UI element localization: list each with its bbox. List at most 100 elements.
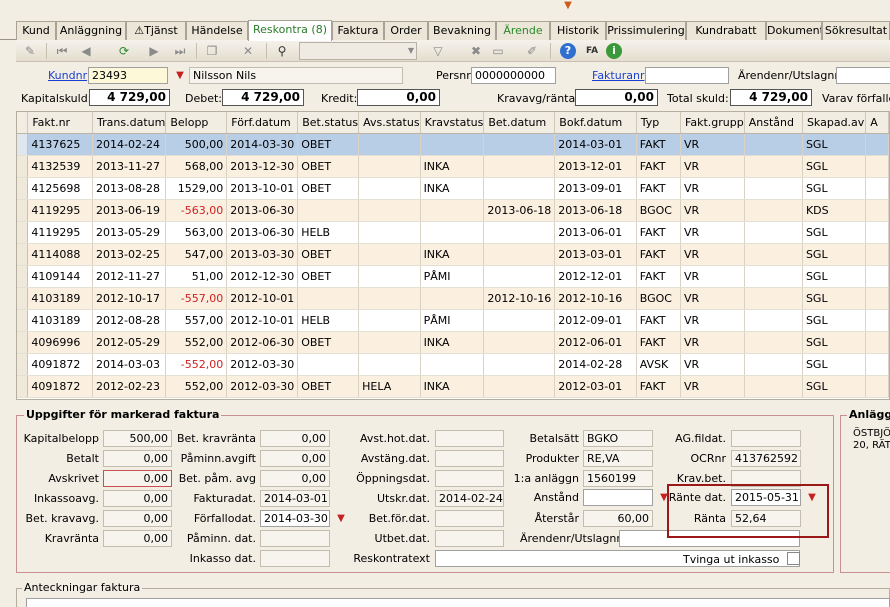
collapse-chevron-icon[interactable]: ▼ [560,0,576,14]
previous-record-icon[interactable]: ◀ [78,43,94,59]
kundnr-input[interactable]: 23493 [88,67,168,84]
forfallodat-input[interactable]: 2014-03-30 [260,510,330,527]
table-row[interactable]: 4091872 2012-02-23 552,00 2012-03-30 OBET HEL… [17,375,889,398]
column-header[interactable]: Förf.datum [226,112,299,134]
fakturanr-input[interactable] [645,67,729,84]
last-record-icon[interactable]: ⏭ [172,43,188,59]
column-header[interactable]: Skapad.av [802,112,867,134]
notes-input[interactable] [26,598,890,607]
filter-icon[interactable]: ▽ [430,43,446,59]
table-row[interactable]: 4114088 2013-02-25 547,00 2013-03-30 OBET INK… [17,243,889,266]
table-row[interactable]: 4119295 2013-06-19 -563,00 2013-06-30 2013-0… [17,199,889,222]
invoice-grid[interactable]: Fakt.nr Trans.datum Belopp Förf.datum Be… [16,111,890,400]
first-record-icon[interactable]: ⏮ [54,43,70,59]
column-header[interactable]: Bet.status [297,112,360,134]
help-icon[interactable]: ? [560,43,576,59]
binoculars-icon[interactable]: ⚲ [274,43,290,59]
info-icon[interactable]: i [606,43,622,59]
persnr-input[interactable]: 0000000000 [471,67,556,84]
row-indicator[interactable] [17,133,29,156]
row-indicator[interactable] [17,177,29,200]
tab-arende[interactable]: Ärende [496,21,550,40]
table-cell [358,155,421,178]
table-row[interactable]: 4137625 2014-02-24 500,00 2014-03-30 OBET 201… [17,133,889,156]
table-cell [420,287,485,310]
delete-icon[interactable]: ✕ [240,43,256,59]
table-cell: FAKT [636,155,682,178]
column-header[interactable]: Avs.status [358,112,421,134]
tab-order[interactable]: Order [384,21,428,40]
tab-kundrabatt[interactable]: Kundrabatt [686,21,766,40]
row-indicator[interactable] [17,353,29,376]
table-cell: 2012-10-01 [226,309,299,332]
row-indicator[interactable] [17,199,29,222]
fa-icon[interactable]: FA [584,43,600,59]
row-indicator[interactable] [17,221,29,244]
refresh-icon[interactable]: ⟳ [116,43,132,59]
tab-bevakning[interactable]: Bevakning [428,21,496,40]
table-cell: 2013-12-30 [226,155,299,178]
paminnavgift-label: Påminn.avgift [180,452,256,465]
table-row[interactable]: 4091872 2014-03-03 -552,00 2012-03-30 2014-0… [17,353,889,376]
table-row[interactable]: 4132539 2013-11-27 568,00 2013-12-30 OBET INK… [17,155,889,178]
tab-historik[interactable]: Historik [550,21,606,40]
tab-reskontra[interactable]: Reskontra (8) [248,20,332,41]
table-row[interactable]: 4103189 2012-10-17 -557,00 2012-10-01 2012-1… [17,287,889,310]
tab-kund[interactable]: Kund [16,21,56,40]
table-cell: 2013-06-01 [554,221,637,244]
column-header[interactable]: Bokf.datum [554,112,637,134]
table-row[interactable]: 4125698 2013-08-28 1529,00 2013-10-01 OBET IN… [17,177,889,200]
copy-icon[interactable]: ❐ [204,43,220,59]
table-cell [744,265,803,288]
tab-sokresultat[interactable]: Sökresultat [822,21,890,40]
column-header[interactable]: Anstånd [744,112,803,134]
row-indicator[interactable] [17,155,29,178]
row-indicator[interactable] [17,375,29,398]
table-row[interactable]: 4096996 2012-05-29 552,00 2012-06-30 OBET INK… [17,331,889,354]
tab-handelse[interactable]: Händelse [186,21,248,40]
table-cell: 557,00 [165,309,228,332]
tab-tjanst[interactable]: ⚠Tjänst [126,21,186,40]
column-header[interactable]: Fakt.grupp [680,112,745,134]
table-cell: SGL [802,265,867,288]
table-cell: FAKT [636,265,682,288]
table-row[interactable]: 4103189 2012-08-28 557,00 2012-10-01 HELB PÅM… [17,309,889,332]
table-cell: 2012-10-17 [92,287,167,310]
column-header[interactable]: Fakt.nr [27,112,94,134]
row-indicator[interactable] [17,287,29,310]
kravranta-label: Kravränta [44,532,99,545]
tab-prissimulering[interactable]: Prissimulering [606,21,686,40]
column-header[interactable]: A [865,112,889,134]
arendenr-header-input[interactable] [836,67,890,84]
row-indicator[interactable] [17,309,29,332]
column-header[interactable]: Typ [636,112,682,134]
table-row[interactable]: 4119295 2013-05-29 563,00 2013-06-30 HELB 201… [17,221,889,244]
oppningsdat-label: Öppningsdat. [356,472,430,485]
row-indicator[interactable] [17,265,29,288]
table-cell: KDS [802,199,867,222]
column-header[interactable]: Kravstatus [420,112,485,134]
new-record-icon[interactable]: ✎ [22,43,38,59]
utskrdat-value: 2014-02-24 [435,490,504,507]
row-indicator[interactable] [17,243,29,266]
kundnr-dropdown-icon[interactable]: ▼ [173,69,187,83]
tab-faktura[interactable]: Faktura [332,21,384,40]
tab-anlaggning[interactable]: Anläggning [56,21,126,40]
table-cell [744,199,803,222]
column-header[interactable]: Bet.datum [483,112,556,134]
print-icon[interactable]: ▭ [490,43,506,59]
next-record-icon[interactable]: ▶ [146,43,162,59]
clear-filter-icon[interactable]: ✖ [468,43,484,59]
search-combo[interactable]: ▼ [299,42,417,60]
fakturanr-link[interactable]: Fakturanr [592,69,644,82]
tab-dokument[interactable]: Dokument [766,21,822,40]
tvinga-checkbox[interactable] [787,552,800,565]
column-header[interactable]: Trans.datum [92,112,167,134]
total-label: Total skuld: [667,92,729,105]
anstand-input[interactable] [583,489,653,506]
kundnr-link[interactable]: Kundnr [48,69,87,82]
row-indicator[interactable] [17,331,29,354]
table-row[interactable]: 4109144 2012-11-27 51,00 2012-12-30 OBET PÅMI… [17,265,889,288]
edit-icon[interactable]: ✐ [524,43,540,59]
column-header[interactable]: Belopp [165,112,228,134]
